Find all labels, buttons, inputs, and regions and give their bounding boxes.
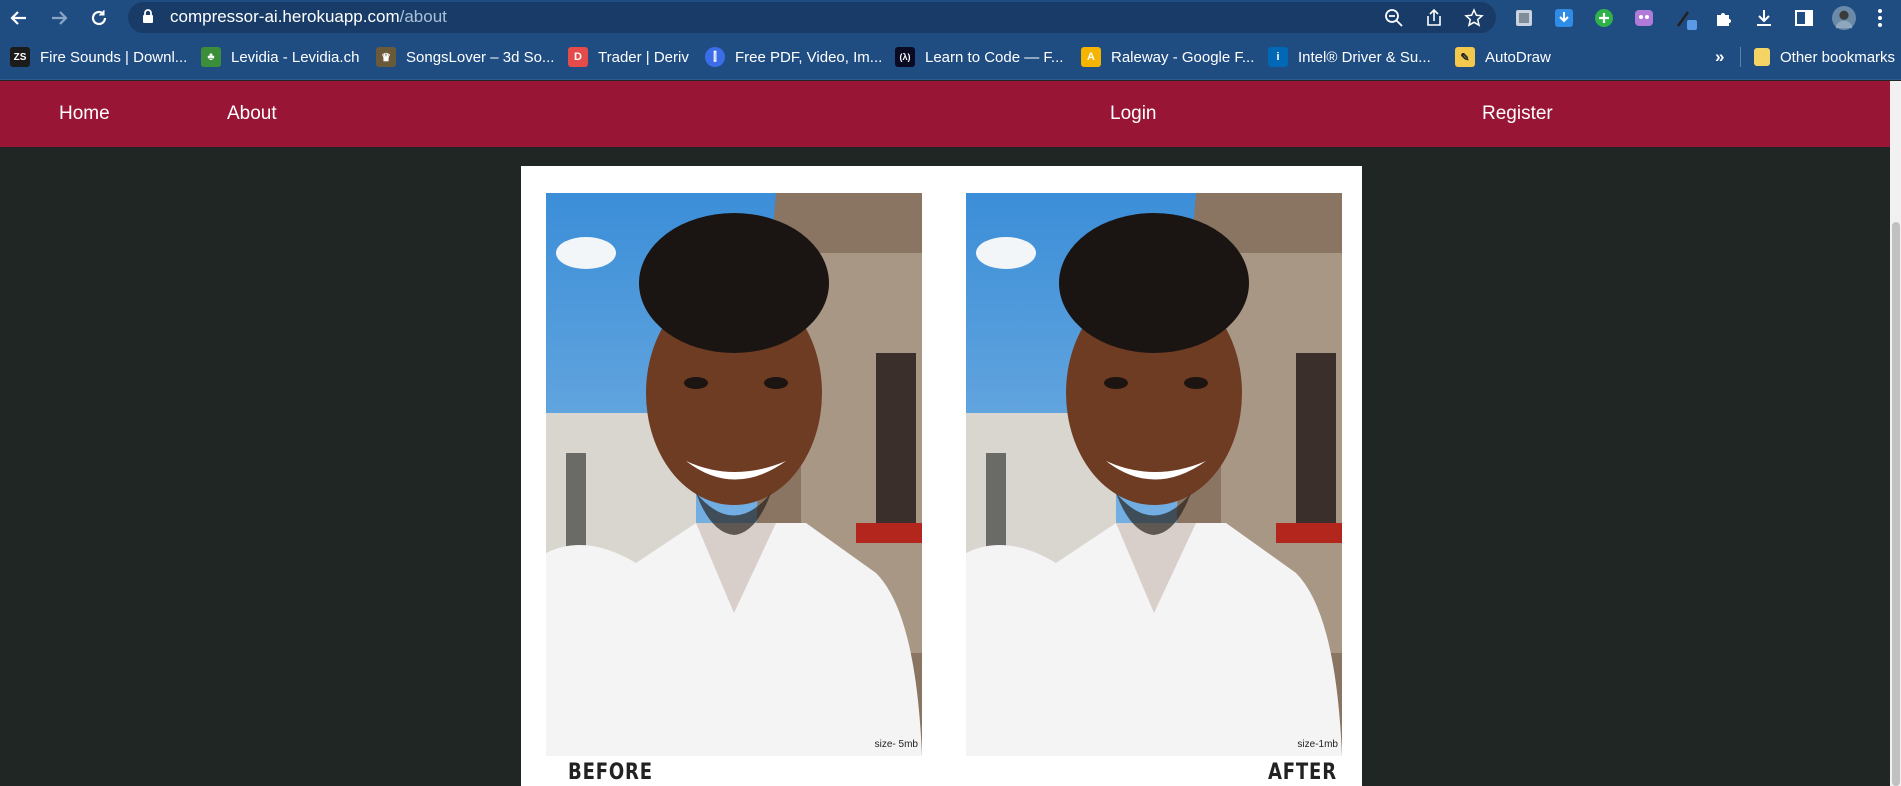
bookmark-levidia[interactable]: ♣ Levidia - Levidia.ch (201, 46, 359, 68)
pdf-tool-icon: ⫿ (705, 47, 725, 67)
extension-photos-icon[interactable] (1512, 6, 1536, 30)
other-bookmarks[interactable]: Other bookmarks (1754, 46, 1895, 68)
google-fonts-icon: A (1081, 47, 1101, 67)
browser-toolbar: compressor-ai.herokuapp.com/about (0, 0, 1901, 35)
bookmark-intel[interactable]: i Intel® Driver & Su... (1268, 46, 1431, 68)
extension-mascot-icon[interactable] (1632, 6, 1656, 30)
nav-about-link[interactable]: About (227, 103, 277, 125)
bookmarks-overflow-button[interactable]: » (1715, 46, 1724, 68)
bookmark-deriv[interactable]: D Trader | Deriv (568, 46, 689, 68)
nav-home-link[interactable]: Home (59, 103, 110, 125)
bookmarks-bar: ZS Fire Sounds | Downl... ♣ Levidia - Levi… (0, 35, 1901, 80)
bookmarks-separator (1740, 47, 1741, 67)
deriv-icon: D (568, 47, 588, 67)
extension-plus-icon[interactable] (1592, 6, 1616, 30)
url-text[interactable]: compressor-ai.herokuapp.com/about (170, 7, 447, 27)
bookmark-autodraw[interactable]: ✎ AutoDraw (1455, 46, 1551, 68)
before-size-label: size- 5mb (874, 739, 918, 750)
bookmark-google-fonts[interactable]: A Raleway - Google F... (1081, 46, 1254, 68)
bookmark-songslover[interactable]: ♛ SongsLover – 3d So... (376, 46, 554, 68)
back-arrow-icon[interactable] (6, 5, 32, 31)
nav-login-link[interactable]: Login (1110, 103, 1157, 125)
profile-avatar-icon[interactable] (1832, 6, 1856, 30)
bookmark-free-pdf[interactable]: ⫿ Free PDF, Video, Im... (705, 46, 882, 68)
after-photo: size-1mb (966, 193, 1342, 756)
extension-download-icon[interactable] (1552, 6, 1576, 30)
before-caption: BEFORE (568, 760, 653, 785)
downloads-icon[interactable] (1752, 6, 1776, 30)
zoom-icon[interactable] (1382, 6, 1406, 30)
page-scrollbar-thumb[interactable] (1892, 222, 1900, 786)
songslover-icon: ♛ (376, 47, 396, 67)
intel-icon: i (1268, 47, 1288, 67)
share-icon[interactable] (1422, 6, 1446, 30)
bookmark-star-icon[interactable] (1462, 6, 1486, 30)
zs-logo-icon: ZS (10, 47, 30, 67)
before-photo: size- 5mb (546, 193, 922, 756)
extension-pen-icon[interactable] (1674, 6, 1698, 30)
freecodecamp-icon: (λ) (895, 47, 915, 67)
bookmark-freecodecamp[interactable]: (λ) Learn to Code — F... (895, 46, 1063, 68)
lock-icon[interactable] (142, 9, 154, 29)
tree-icon: ♣ (201, 47, 221, 67)
extensions-puzzle-icon[interactable] (1712, 6, 1736, 30)
after-size-label: size-1mb (1297, 739, 1338, 750)
autodraw-icon: ✎ (1455, 47, 1475, 67)
forward-arrow-icon[interactable] (46, 5, 72, 31)
site-navbar: Home About Login Register (0, 81, 1890, 147)
nav-register-link[interactable]: Register (1482, 103, 1553, 125)
bookmark-fire-sounds[interactable]: ZS Fire Sounds | Downl... (10, 46, 187, 68)
menu-kebab-icon[interactable] (1868, 6, 1892, 30)
reload-icon[interactable] (86, 5, 112, 31)
after-caption: AFTER (1268, 760, 1337, 785)
side-panel-icon[interactable] (1792, 6, 1816, 30)
folder-icon (1754, 48, 1770, 66)
